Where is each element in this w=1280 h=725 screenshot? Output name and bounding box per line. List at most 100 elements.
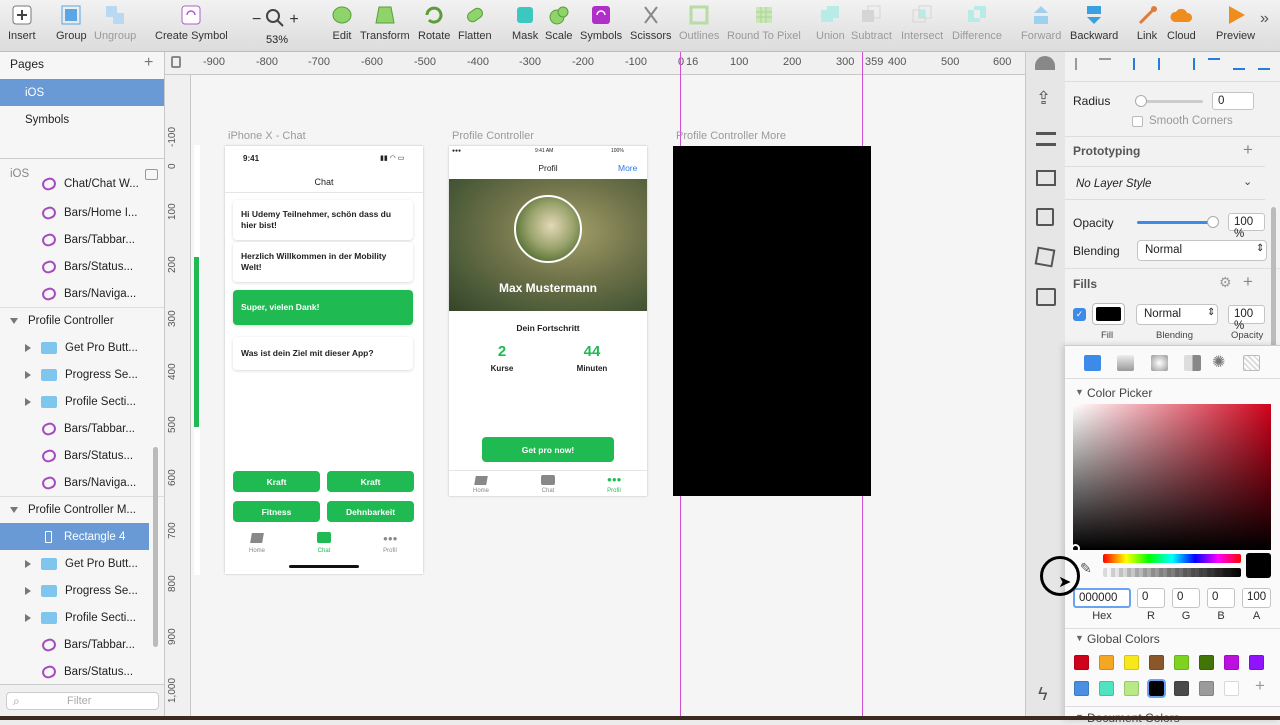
layer-item[interactable]: Bars/Status... <box>0 253 164 280</box>
scissors-button[interactable]: Scissors <box>630 4 672 42</box>
fill-opacity-field[interactable]: 100 % <box>1228 305 1265 332</box>
alpha-slider[interactable] <box>1103 568 1241 577</box>
mask-button[interactable]: Mask <box>512 4 538 42</box>
opacity-slider[interactable] <box>1137 221 1217 224</box>
resize-icon[interactable] <box>1036 208 1054 226</box>
lightning-icon[interactable]: ϟ <box>1038 684 1048 705</box>
add-fill-icon[interactable]: + <box>1243 272 1253 292</box>
layer-item-rectangle-4[interactable]: Rectangle 4 <box>0 523 149 550</box>
layer-item[interactable]: Profile Secti... <box>0 388 164 415</box>
add-color-icon[interactable]: + <box>1255 676 1265 696</box>
disclosure-icon[interactable] <box>25 586 31 595</box>
layer-item[interactable]: Chat/Chat W... <box>0 176 164 192</box>
global-color-swatch[interactable] <box>1074 681 1089 696</box>
artboard-title-more[interactable]: Profile Controller More <box>676 130 786 142</box>
global-color-swatch[interactable] <box>1074 655 1089 670</box>
global-color-swatch[interactable] <box>1199 655 1214 670</box>
layer-style-select[interactable]: No Layer Style ⌄ <box>1065 166 1265 200</box>
flatten-button[interactable]: Flatten <box>458 4 492 42</box>
add-prototype-icon[interactable]: + <box>1243 140 1253 160</box>
intersect-button[interactable]: Intersect <box>901 4 943 42</box>
outlines-button[interactable]: Outlines <box>679 4 719 42</box>
layers-scrollbar[interactable] <box>153 447 158 647</box>
preview-button[interactable]: Preview <box>1216 4 1255 42</box>
disclosure-icon[interactable] <box>25 559 31 568</box>
layer-item[interactable]: Progress Se... <box>0 361 164 388</box>
link-button[interactable]: Link <box>1136 4 1158 42</box>
red-field[interactable]: 0 <box>1137 588 1165 608</box>
ungroup-button[interactable]: Ungroup <box>94 4 136 42</box>
page-item-ios[interactable]: iOS <box>0 79 164 106</box>
canvas[interactable]: -900 -800 -700 -600 -500 -400 -300 -200 … <box>165 52 1025 720</box>
align-left-icon[interactable] <box>1075 58 1087 70</box>
artboard-item-profile-controller-more[interactable]: Profile Controller M... <box>0 496 164 523</box>
radius-slider-knob[interactable] <box>1135 95 1147 107</box>
insert-button[interactable]: Insert <box>8 4 36 42</box>
global-color-swatch[interactable] <box>1199 681 1214 696</box>
toolbar-overflow-icon[interactable]: » <box>1260 10 1269 28</box>
filter-field[interactable]: ⌕ Filter <box>6 692 159 710</box>
gear-icon[interactable]: ⚙ <box>1219 274 1232 291</box>
align-left-edge-icon[interactable] <box>1133 58 1145 70</box>
align-top-edge-icon[interactable] <box>1208 58 1220 70</box>
layer-item[interactable]: Get Pro Butt... <box>0 334 164 361</box>
forward-button[interactable]: Forward <box>1021 4 1061 42</box>
add-image-icon[interactable] <box>1036 288 1056 306</box>
text-styles-icon[interactable] <box>1036 170 1056 186</box>
global-color-swatch[interactable] <box>1147 679 1166 698</box>
noise-fill-tab[interactable] <box>1243 355 1260 371</box>
lock-icon[interactable] <box>171 56 181 68</box>
global-color-swatch[interactable] <box>1224 655 1239 670</box>
zoom-in-button[interactable]: + <box>289 11 298 29</box>
global-color-swatch[interactable] <box>1174 681 1189 696</box>
layer-item[interactable]: Bars/Home I... <box>0 199 164 226</box>
align-center-icon[interactable] <box>1158 58 1170 70</box>
opacity-field[interactable]: 100 % <box>1228 213 1265 240</box>
disclosure-icon[interactable] <box>25 397 31 406</box>
smooth-corners-checkbox[interactable] <box>1132 116 1143 127</box>
layer-item[interactable]: Bars/Tabbar... <box>0 415 164 442</box>
layer-item[interactable]: Bars/Naviga... <box>0 469 164 496</box>
scale-button[interactable]: Scale <box>545 4 573 42</box>
edit-path-icon[interactable] <box>1034 246 1056 268</box>
union-button[interactable]: Union <box>816 4 845 42</box>
artboard-item-profile-controller[interactable]: Profile Controller <box>0 307 164 334</box>
global-color-swatch[interactable] <box>1124 655 1139 670</box>
page-item-symbols[interactable]: Symbols <box>0 106 164 133</box>
edit-button[interactable]: Edit <box>331 4 353 42</box>
solid-fill-tab[interactable] <box>1084 355 1101 371</box>
layer-item[interactable]: Profile Secti... <box>0 604 164 631</box>
align-middle-icon[interactable] <box>1233 58 1245 70</box>
layer-item[interactable]: Progress Se... <box>0 577 164 604</box>
radial-gradient-tab[interactable] <box>1151 355 1168 371</box>
layer-item[interactable]: Bars/Tabbar... <box>0 631 164 658</box>
alpha-field[interactable]: 100 <box>1242 588 1271 608</box>
cloud-button[interactable]: Cloud <box>1167 4 1196 42</box>
linear-gradient-tab[interactable] <box>1117 355 1134 371</box>
vertical-ruler[interactable]: -100 0 100 200 300 400 500 600 700 800 9… <box>165 75 191 720</box>
angular-gradient-tab[interactable] <box>1184 355 1201 371</box>
global-color-swatch[interactable] <box>1174 655 1189 670</box>
global-color-swatch[interactable] <box>1249 655 1264 670</box>
color-field-handle[interactable] <box>1071 544 1080 553</box>
artboard-chat[interactable]: 9:41 ▮▮ ◠ ▭ Chat Hi Udemy Teilnehmer, sc… <box>225 146 423 574</box>
backward-button[interactable]: Backward <box>1070 4 1118 42</box>
disclosure-open-icon[interactable] <box>10 507 18 513</box>
global-color-swatch[interactable] <box>1099 681 1114 696</box>
rotate-button[interactable]: Rotate <box>418 4 450 42</box>
disclosure-open-icon[interactable]: ▼ <box>1075 387 1084 397</box>
eyedropper-icon[interactable]: ✎ <box>1080 560 1092 577</box>
hex-field[interactable]: 000000 <box>1073 588 1131 608</box>
horizontal-ruler[interactable]: -900 -800 -700 -600 -500 -400 -300 -200 … <box>165 52 1025 75</box>
subtract-button[interactable]: Subtract <box>851 4 892 42</box>
zoom-control[interactable]: − + <box>252 8 299 31</box>
global-color-swatch[interactable] <box>1099 655 1114 670</box>
artboard-title-profile[interactable]: Profile Controller <box>452 130 534 142</box>
difference-button[interactable]: Difference <box>952 4 1002 42</box>
fill-enabled-checkbox[interactable]: ✓ <box>1073 308 1086 321</box>
align-bottom-icon[interactable] <box>1258 58 1270 70</box>
fill-blending-select[interactable]: Normal ⇕ <box>1136 304 1218 325</box>
radius-field[interactable]: 0 <box>1212 92 1254 110</box>
fill-color-well[interactable] <box>1092 303 1125 325</box>
add-page-icon[interactable]: + <box>144 54 153 72</box>
